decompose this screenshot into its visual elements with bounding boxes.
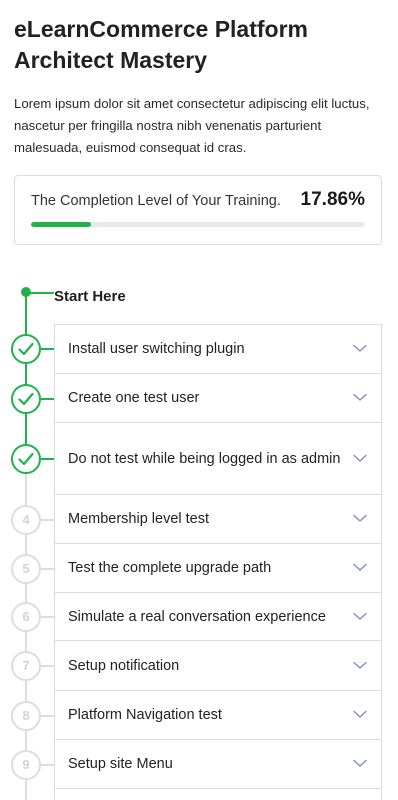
lesson-item[interactable]: 9 Setup site Menu (0, 740, 398, 789)
lesson-item[interactable]: Do not test while being logged in as adm… (0, 423, 398, 495)
progress-percentage: 17.86% (300, 189, 365, 210)
lesson-item[interactable] (0, 789, 398, 800)
lesson-title: Setup site Menu (68, 756, 173, 772)
lesson-card[interactable]: Membership level test (54, 495, 382, 544)
lesson-item[interactable]: Create one test user (0, 374, 398, 423)
course-description: Lorem ipsum dolor sit amet consectetur a… (14, 96, 370, 155)
lesson-number-badge: 7 (11, 651, 41, 681)
lesson-item[interactable]: Install user switching plugin (0, 324, 398, 374)
completed-check-icon (11, 334, 41, 364)
lesson-title: Install user switching plugin (68, 341, 245, 357)
lesson-number-badge: 8 (11, 700, 41, 731)
lesson-title: Platform Navigation test (68, 707, 222, 723)
chevron-down-icon[interactable] (353, 341, 367, 355)
chevron-down-icon[interactable] (353, 609, 367, 623)
lesson-number-badge: 4 (11, 504, 41, 535)
chevron-down-icon[interactable] (353, 390, 367, 404)
lesson-card[interactable]: Do not test while being logged in as adm… (54, 423, 382, 495)
lesson-item[interactable]: 5 Test the complete upgrade path (0, 544, 398, 593)
chevron-down-icon[interactable] (353, 511, 367, 525)
lesson-title: Do not test while being logged in as adm… (68, 450, 341, 467)
completed-check-icon (11, 383, 41, 414)
progress-label: The Completion Level of Your Training. (31, 193, 281, 209)
lesson-title: Create one test user (68, 390, 200, 406)
section-title: Start Here (54, 288, 126, 305)
lesson-card[interactable]: Install user switching plugin (54, 324, 382, 374)
chevron-down-icon[interactable] (353, 707, 367, 721)
lesson-title: Test the complete upgrade path (68, 560, 272, 576)
lesson-item[interactable]: 8 Platform Navigation test (0, 691, 398, 740)
lesson-title: Setup notification (68, 657, 180, 674)
lesson-title: Simulate a real conversation experience (68, 608, 326, 625)
completed-check-icon (11, 444, 41, 474)
lesson-title: Membership level test (68, 511, 210, 527)
chevron-down-icon[interactable] (353, 658, 367, 672)
chevron-down-icon[interactable] (353, 451, 367, 465)
section-connector (26, 292, 54, 294)
lesson-card[interactable]: Platform Navigation test (54, 691, 382, 740)
chevron-down-icon[interactable] (353, 756, 367, 770)
lesson-card[interactable]: Test the complete upgrade path (54, 544, 382, 593)
lesson-card[interactable]: Setup notification (54, 641, 382, 691)
course-outline: Start Here Install user switching plugin… (0, 270, 398, 800)
lesson-card[interactable]: Simulate a real conversation experience (54, 593, 382, 641)
lesson-item[interactable]: 7 Setup notification (0, 641, 398, 691)
lesson-card[interactable]: Setup site Menu (54, 740, 382, 789)
progress-bar-fill (31, 222, 91, 227)
lesson-item[interactable]: 6 Simulate a real conversation experienc… (0, 593, 398, 641)
lesson-number-badge: 5 (11, 553, 41, 584)
lesson-card[interactable]: Create one test user (54, 374, 382, 423)
lesson-number-badge: 6 (11, 602, 41, 632)
progress-card: The Completion Level of Your Training. 1… (14, 175, 382, 245)
lesson-number-badge: 9 (11, 749, 41, 780)
chevron-down-icon[interactable] (353, 560, 367, 574)
progress-bar (31, 222, 365, 227)
lesson-item[interactable]: 4 Membership level test (0, 495, 398, 544)
lesson-card[interactable] (54, 789, 382, 800)
course-title: eLearnCommerce Platform Architect Master… (14, 16, 308, 73)
